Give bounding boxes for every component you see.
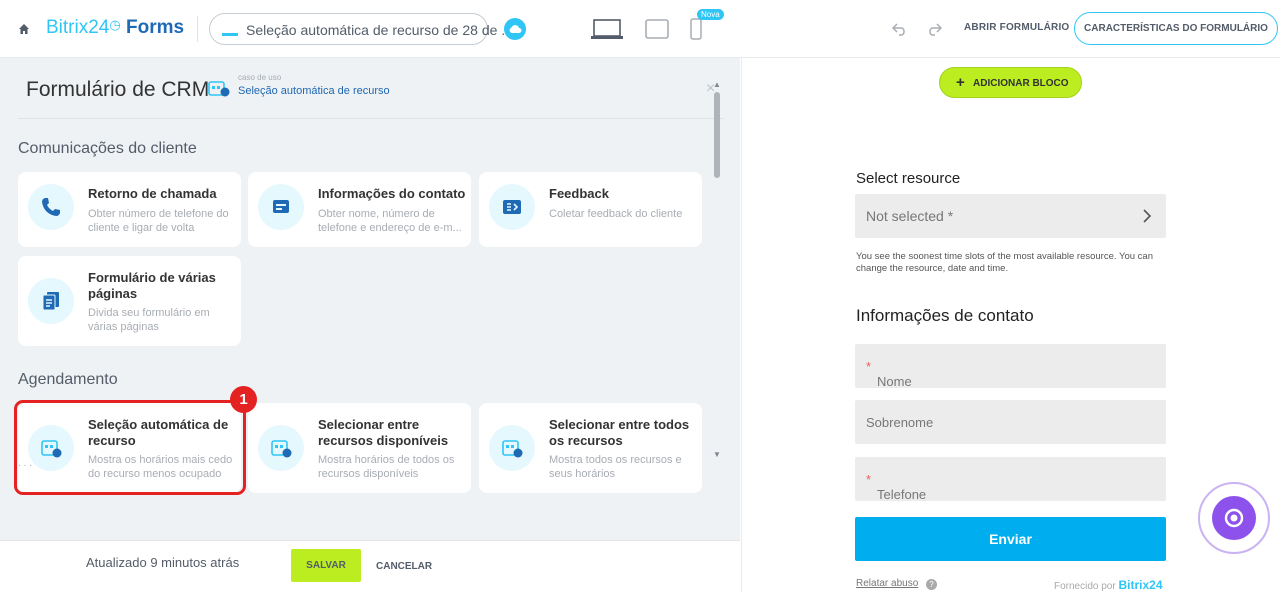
tablet-view-icon[interactable]: [645, 19, 669, 39]
panel-title: Formulário de CRM: [26, 78, 210, 101]
brand-product: Forms: [125, 17, 185, 38]
phone-placeholder: Telefone *: [866, 472, 927, 502]
divider: [18, 118, 724, 119]
highlight-frame: [14, 400, 246, 495]
resource-select[interactable]: Not selected *: [855, 194, 1166, 238]
form-characteristics-button[interactable]: CARACTERÍSTICAS DO FORMULÁRIO: [1074, 12, 1278, 45]
card-multipage[interactable]: Formulário de várias páginas Divida seu …: [18, 256, 241, 346]
form-name-text: Seleção automática de recurso de 28 de .…: [246, 22, 513, 38]
save-button[interactable]: SALVAR: [291, 549, 361, 582]
cloud-save-icon[interactable]: [504, 18, 526, 40]
card-title: Feedback: [549, 186, 609, 201]
panel-header: Formulário de CRM caso de uso Seleção au…: [0, 58, 740, 118]
calendar-auto-icon: [258, 425, 304, 471]
brand-name: Bitrix24: [46, 17, 110, 38]
card-title: Selecionar entre recursos disponíveis: [318, 417, 449, 448]
assistant-button[interactable]: [1198, 482, 1270, 554]
name-placeholder: Nome *: [866, 359, 912, 389]
usecase-caption: caso de uso: [238, 73, 282, 82]
card-title: Formulário de várias páginas: [88, 270, 216, 301]
card-desc: Obter número de telefone do cliente e li…: [88, 208, 229, 234]
cancel-button[interactable]: CANCELAR: [376, 561, 432, 572]
card-desc: Divida seu formulário em várias páginas: [88, 307, 210, 333]
feedback-icon: [489, 184, 535, 230]
help-icon[interactable]: ?: [926, 579, 937, 590]
add-block-button[interactable]: + ADICIONAR BLOCO: [939, 67, 1082, 98]
card-desc: Coletar feedback do cliente: [549, 208, 683, 220]
phone-view-icon[interactable]: [690, 18, 702, 40]
powered-brand: Bitrix24: [1118, 578, 1163, 592]
surname-field[interactable]: Sobrenome: [855, 400, 1166, 444]
updated-status: Atualizado 9 minutos atrás: [86, 555, 240, 570]
report-abuse-link[interactable]: Relatar abuso: [856, 578, 918, 589]
powered-by: Fornecido por Bitrix24: [1054, 578, 1163, 592]
home-icon[interactable]: [18, 23, 30, 35]
top-bar: Bitrix24◷ Forms Seleção automática de re…: [0, 0, 1280, 58]
card-title: Selecionar entre todos os recursos: [549, 417, 690, 448]
usecase-link[interactable]: Seleção automática de recurso: [238, 85, 390, 97]
card-callback[interactable]: Retorno de chamada Obter número de telef…: [18, 172, 241, 247]
pages-icon: [28, 278, 74, 324]
contact-info-title: Informações de contato: [856, 306, 1034, 325]
section-title-communications: Comunicações do cliente: [18, 140, 197, 157]
new-badge: Nova: [697, 9, 724, 20]
required-mark: *: [866, 359, 872, 374]
divider: [197, 16, 198, 42]
card-desc: Mostra todos os recursos e seus horários: [549, 454, 682, 480]
select-resource-title: Select resource: [856, 170, 961, 187]
card-select-all-resources[interactable]: Selecionar entre todos os recursos Mostr…: [479, 403, 702, 493]
name-field[interactable]: Nome *: [855, 344, 1166, 389]
assistant-icon: [1212, 496, 1256, 540]
card-select-available-resources[interactable]: Selecionar entre recursos disponíveis Mo…: [248, 403, 471, 493]
required-mark: *: [866, 472, 872, 487]
card-title: Informações do contato: [318, 186, 466, 201]
calendar-auto-icon: [208, 81, 230, 97]
form-name-field[interactable]: Seleção automática de recurso de 28 de .…: [209, 13, 513, 45]
section-title-scheduling: Agendamento: [18, 371, 118, 388]
calendar-auto-icon: [489, 425, 535, 471]
plus-icon: +: [956, 74, 965, 91]
resource-select-value: Not selected *: [866, 208, 954, 224]
redo-icon[interactable]: [926, 22, 942, 36]
laptop-view-icon[interactable]: [591, 18, 623, 40]
next-section-partial: . . .: [18, 458, 32, 469]
phone-field[interactable]: Telefone *: [855, 457, 1166, 502]
chevron-right-icon: [1143, 209, 1152, 223]
scroll-down-arrow[interactable]: ▼: [713, 450, 721, 459]
card-contact-info[interactable]: Informações do contato Obter nome, númer…: [248, 172, 471, 247]
send-button[interactable]: Enviar: [855, 517, 1166, 561]
phone-icon: [28, 184, 74, 230]
brand-logo[interactable]: Bitrix24◷ Forms: [46, 17, 184, 39]
form-icon: [222, 24, 238, 36]
scrollbar-thumb[interactable]: [714, 92, 720, 178]
card-desc: Obter nome, número de telefone e endereç…: [318, 208, 462, 234]
card-desc: Mostra horários de todos os recursos dis…: [318, 454, 455, 480]
card-feedback[interactable]: Feedback Coletar feedback do cliente: [479, 172, 702, 247]
open-form-button[interactable]: ABRIR FORMULÁRIO: [964, 22, 1069, 33]
scroll-up-arrow[interactable]: ▲: [713, 80, 721, 89]
contact-card-icon: [258, 184, 304, 230]
surname-placeholder: Sobrenome: [866, 415, 934, 430]
add-block-label: ADICIONAR BLOCO: [973, 78, 1069, 89]
card-title: Retorno de chamada: [88, 186, 217, 201]
undo-icon[interactable]: [892, 22, 908, 36]
step-number-badge: 1: [230, 386, 257, 413]
select-resource-hint: You see the soonest time slots of the mo…: [856, 251, 1153, 274]
